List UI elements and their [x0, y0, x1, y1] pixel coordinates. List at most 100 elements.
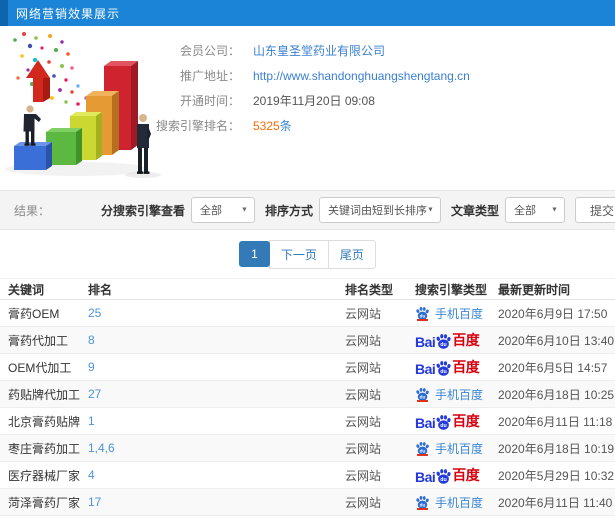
mobile-baidu-label: 手机百度 — [435, 495, 484, 510]
engine-cell: du 手机百度 — [408, 305, 498, 322]
svg-text:du: du — [441, 423, 447, 429]
updated-cell: 2020年6月18日 10:25 — [498, 387, 615, 402]
engine-cell: du 手机百度 — [408, 494, 498, 511]
mobile-baidu-logo: du 手机百度 — [415, 440, 483, 457]
rank-link[interactable]: 4 — [88, 468, 95, 482]
baidu-logo: Bai du 百度 — [415, 357, 480, 377]
open-time-value: 2019年11月20日 09:08 — [253, 94, 375, 108]
keyword-cell: OEM代加工 — [8, 360, 72, 375]
table-row: OEM代加工 9 云网站 Bai du 百度 2020年6月5日 14:57 — [0, 354, 615, 381]
rank-link[interactable]: 25 — [88, 306, 101, 320]
mobile-baidu-label: 手机百度 — [435, 387, 484, 402]
bar-blue — [14, 142, 52, 170]
engine-cell: Bai du 百度 — [408, 357, 498, 377]
page-button-1[interactable]: 1 — [239, 241, 270, 267]
last-page-button[interactable]: 尾页 — [327, 239, 376, 269]
baidu-logo-text-bai: Bai — [415, 469, 436, 485]
baidu-paw-icon: du — [435, 414, 452, 431]
keyword-cell: 枣庄膏药加工 — [8, 441, 81, 456]
page: 网络营销效果展示 会员公司： 山东皇圣堂药业有限公司 推广地址： http://… — [0, 0, 615, 520]
svg-text:du: du — [441, 369, 447, 375]
baidu-logo: Bai du 百度 — [415, 411, 480, 431]
rank-cell: 4 — [88, 468, 345, 482]
caret-down-icon: ▼ — [551, 206, 558, 214]
engine-cell: du 手机百度 — [408, 440, 498, 457]
header-rank-type: 排名类型 — [345, 282, 394, 297]
rank-type-cell: 云网站 — [345, 468, 382, 483]
svg-text:du: du — [420, 313, 426, 318]
header-engine-type: 搜索引擎类型 — [415, 282, 488, 297]
rank-type-cell: 云网站 — [345, 360, 382, 375]
baidu-logo: Bai du 百度 — [415, 330, 480, 350]
rank-cell: 1,4,6 — [88, 441, 345, 455]
header-keyword: 关键词 — [8, 282, 45, 297]
mobile-baidu-label: 手机百度 — [435, 306, 484, 321]
rank-type-cell: 云网站 — [345, 495, 382, 510]
info-row-rank-count: 搜索引擎排名： 5325条 — [0, 113, 615, 138]
baidu-logo: Bai du 百度 — [415, 465, 480, 485]
rank-link[interactable]: 1 — [88, 414, 95, 428]
rank-count-label: 搜索引擎排名： — [155, 119, 240, 133]
company-link[interactable]: 山东皇圣堂药业有限公司 — [253, 42, 385, 59]
header-rank: 排名 — [88, 282, 113, 297]
rank-link[interactable]: 17 — [88, 495, 101, 509]
promo-url-label: 推广地址： — [179, 69, 240, 83]
caret-down-icon: ▼ — [427, 206, 434, 214]
sort-filter-select[interactable]: 关键词由短到长排序 ▼ — [318, 197, 441, 223]
info-row-open-time: 开通时间： 2019年11月20日 09:08 — [0, 88, 615, 113]
rank-type-cell: 云网站 — [345, 306, 382, 321]
updated-cell: 2020年6月18日 10:19 — [498, 441, 615, 456]
submit-button[interactable]: 提交 — [574, 197, 615, 223]
rank-cell: 1 — [88, 414, 345, 428]
article-type-select[interactable]: 全部 ▼ — [504, 197, 565, 223]
svg-text:du: du — [441, 342, 447, 348]
rank-cell: 8 — [88, 333, 345, 347]
keyword-cell: 医疗器械厂家 — [8, 468, 81, 483]
table-row: 膏药OEM 25 云网站 du 手机百度 2020年6月9日 17:50 — [0, 300, 615, 327]
svg-text:du: du — [420, 502, 426, 507]
next-page-button[interactable]: 下一页 — [268, 239, 329, 269]
engine-filter-select[interactable]: 全部 ▼ — [190, 197, 255, 223]
rank-link[interactable]: 27 — [88, 387, 101, 401]
mobile-baidu-underline — [417, 399, 428, 402]
updated-cell: 2020年5月29日 10:32 — [498, 468, 615, 483]
page-title: 网络营销效果展示 — [16, 6, 121, 21]
mobile-baidu-label: 手机百度 — [435, 441, 484, 456]
rank-count-number: 5325 — [253, 119, 280, 133]
updated-cell: 2020年6月10日 13:40 — [498, 333, 615, 348]
updated-cell: 2020年6月11日 11:40 — [498, 495, 613, 510]
rank-link[interactable]: 1,4,6 — [88, 441, 115, 455]
engine-filter-value: 全部 — [199, 205, 222, 217]
rank-link[interactable]: 8 — [88, 333, 95, 347]
table-row: 枣庄膏药加工 1,4,6 云网站 du 手机百度 2020年6月18日 10:1… — [0, 435, 615, 462]
table-row: 膏药代加工 8 云网站 Bai du 百度 2020年6月10日 13:40 — [0, 327, 615, 354]
rank-cell: 25 — [88, 306, 345, 320]
promo-url-link[interactable]: http://www.shandonghuangshengtang.cn — [253, 69, 470, 83]
member-info-list: 会员公司： 山东皇圣堂药业有限公司 推广地址： http://www.shand… — [0, 38, 615, 138]
baidu-logo-text-baidu: 百度 — [452, 359, 480, 375]
engine-cell: Bai du 百度 — [408, 330, 498, 350]
mobile-baidu-logo: du 手机百度 — [415, 386, 483, 403]
table-row: 药贴牌代加工 27 云网站 du 手机百度 2020年6月18日 10:25 — [0, 381, 615, 408]
baidu-logo-text-bai: Bai — [415, 415, 436, 431]
member-info-section: 会员公司： 山东皇圣堂药业有限公司 推广地址： http://www.shand… — [0, 26, 615, 190]
updated-cell: 2020年6月5日 14:57 — [498, 360, 608, 375]
sort-filter-value: 关键词由短到长排序 — [327, 205, 427, 217]
info-row-company: 会员公司： 山东皇圣堂药业有限公司 — [0, 38, 615, 63]
filter-bar: 结果： 分搜索引擎查看 全部 ▼ 排序方式 关键词由短到长排序 ▼ 文章类型 全… — [0, 190, 615, 230]
svg-text:du: du — [420, 394, 426, 399]
article-type-label: 文章类型 — [450, 203, 499, 218]
baidu-logo-text-bai: Bai — [415, 334, 436, 350]
article-type-value: 全部 — [513, 205, 536, 217]
table-header-row: 关键词 排名 排名类型 搜索引擎类型 最新更新时间 — [0, 278, 615, 300]
rank-cell: 17 — [88, 495, 345, 509]
baidu-paw-icon: du — [415, 306, 430, 321]
rank-link[interactable]: 9 — [88, 360, 95, 374]
baidu-logo-text-bai: Bai — [415, 361, 436, 377]
updated-cell: 2020年6月9日 17:50 — [498, 306, 608, 321]
engine-filter-label: 分搜索引擎查看 — [100, 203, 185, 218]
mobile-baidu-underline — [417, 318, 428, 321]
rank-type-cell: 云网站 — [345, 441, 382, 456]
baidu-paw-icon: du — [435, 333, 452, 350]
info-row-url: 推广地址： http://www.shandonghuangshengtang.… — [0, 63, 615, 88]
